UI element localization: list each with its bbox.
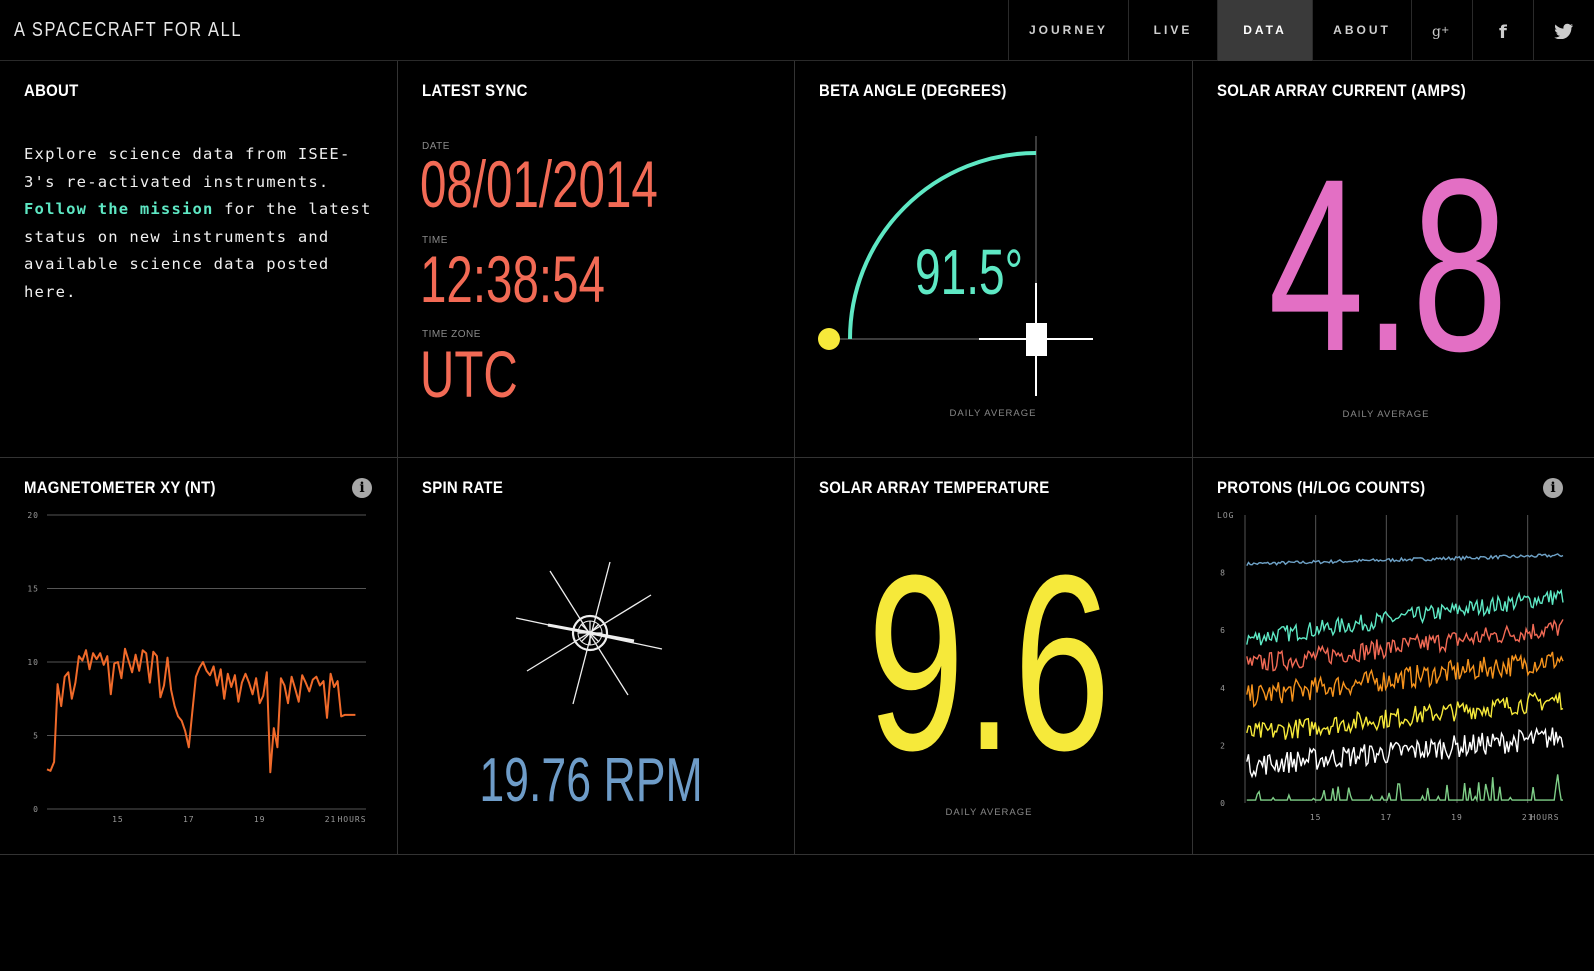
- y-tick-label: 8: [1220, 569, 1226, 578]
- about-text-1: Explore science data from ISEE-3's re-ac…: [24, 145, 351, 191]
- x-axis-label: HOURS: [337, 815, 366, 824]
- sync-time: 12:38:54: [420, 242, 605, 316]
- solar-temperature-value: 9.6: [867, 523, 1111, 802]
- beta-daily-average-label: DAILY AVERAGE: [949, 408, 1037, 419]
- magnetometer-panel: MAGNETOMETER XY (NT) i 0 5 10 15 20 15 17 19 21 H…: [0, 458, 398, 855]
- nav-journey[interactable]: JOURNEY: [1008, 0, 1128, 61]
- beta-angle-panel: BETA ANGLE (DEGREES) 91.5° DAILY AVERAGE: [795, 61, 1193, 458]
- main-nav: JOURNEY LIVE DATA ABOUT g + f: [1008, 0, 1594, 61]
- protons-chart: LOG0246815 17 19 21HOURS: [1217, 511, 1564, 822]
- twitter-icon[interactable]: [1533, 0, 1594, 61]
- solar-current-daily-average-label: DAILY AVERAGE: [1342, 409, 1430, 420]
- proton-series-line: [1246, 774, 1563, 803]
- solar-temperature-title: SOLAR ARRAY TEMPERATURE: [819, 478, 1050, 497]
- y-tick-label: 4: [1220, 684, 1226, 693]
- beta-angle-value: 91.5°: [915, 236, 1024, 308]
- x-tick-label: 21: [325, 815, 337, 824]
- proton-series-line: [1246, 553, 1564, 567]
- magnetometer-series-line: [46, 647, 356, 774]
- y-tick-label: 0: [33, 805, 39, 814]
- nav-live[interactable]: LIVE: [1128, 0, 1217, 61]
- x-axis-label: HOURS: [1530, 813, 1559, 822]
- svg-text:+: +: [1441, 25, 1449, 36]
- x-tick-label: 17: [183, 815, 195, 824]
- y-tick-label: 0: [1220, 799, 1226, 808]
- spin-rate-value: 19.76 RPM: [479, 746, 703, 815]
- protons-panel: PROTONS (H/LOG COUNTS) i LOG 0 2 4 6 8 15 17 19 2…: [1193, 458, 1594, 855]
- x-tick-label: 17: [1381, 813, 1393, 822]
- y-tick-label: 20: [27, 511, 39, 520]
- solar-current-value: 4.8: [1268, 128, 1508, 403]
- sync-time-zone: UTC: [420, 337, 518, 411]
- about-title: ABOUT: [24, 81, 79, 100]
- x-tick-label: 15: [112, 815, 124, 824]
- site-title[interactable]: A SPACECRAFT FOR ALL: [14, 0, 242, 61]
- solar-current-panel: SOLAR ARRAY CURRENT (AMPS) 4.8 DAILY AVE…: [1193, 61, 1594, 458]
- facebook-icon[interactable]: f: [1472, 0, 1533, 61]
- y-tick-label: 15: [27, 585, 39, 594]
- x-tick-label: 19: [1451, 813, 1463, 822]
- about-panel: ABOUT Explore science data from ISEE-3's…: [0, 61, 398, 458]
- proton-series-line: [1246, 588, 1564, 646]
- header: A SPACECRAFT FOR ALL JOURNEY LIVE DATA A…: [0, 0, 1594, 61]
- y-tick-label: 10: [27, 658, 39, 667]
- proton-series-line: [1246, 691, 1564, 740]
- x-tick-label: 19: [254, 815, 266, 824]
- solar-temperature-panel: SOLAR ARRAY TEMPERATURE 9.6 DAILY AVERAG…: [795, 458, 1193, 855]
- nav-data[interactable]: DATA: [1217, 0, 1312, 61]
- solar-temperature-daily-average-label: DAILY AVERAGE: [945, 807, 1033, 818]
- y-tick-label: 6: [1220, 626, 1226, 635]
- latest-sync-title: LATEST SYNC: [422, 81, 528, 100]
- about-description: Explore science data from ISEE-3's re-ac…: [24, 141, 374, 306]
- x-tick-label: 15: [1310, 813, 1322, 822]
- nav-about[interactable]: ABOUT: [1312, 0, 1411, 61]
- svg-text:f: f: [1499, 22, 1507, 40]
- follow-mission-link[interactable]: Follow the mission: [24, 200, 214, 218]
- y-tick-label: 2: [1220, 741, 1226, 750]
- google-plus-icon[interactable]: g +: [1411, 0, 1472, 61]
- y-axis-label: LOG: [1217, 511, 1234, 520]
- proton-series-line: [1246, 651, 1564, 708]
- magnetometer-chart: 0 5 10 15 20 15 17 19 21 HOURS: [27, 511, 366, 824]
- spin-rate-panel: SPIN RATE 19.76 RPM: [398, 458, 795, 855]
- sync-date: 08/01/2014: [420, 147, 658, 221]
- proton-series-line: [1246, 726, 1564, 779]
- latest-sync-panel: LATEST SYNC DATE 08/01/2014 TIME 12:38:5…: [398, 61, 795, 458]
- sun-marker: [818, 328, 840, 350]
- y-tick-label: 5: [33, 732, 39, 741]
- spacecraft-marker: [1026, 323, 1047, 356]
- solar-current-title: SOLAR ARRAY CURRENT (AMPS): [1217, 81, 1467, 100]
- svg-text:g: g: [1432, 24, 1441, 39]
